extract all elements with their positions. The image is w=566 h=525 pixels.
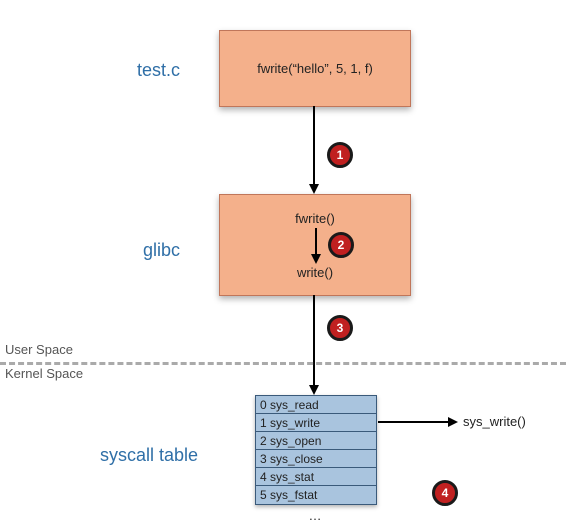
table-row: 3 sys_close bbox=[256, 450, 376, 468]
box-glibc: fwrite() write() 2 bbox=[219, 194, 411, 296]
arrow-3-head bbox=[309, 385, 319, 395]
table-row: 5 sys_fstat bbox=[256, 486, 376, 504]
glibc-line2: write() bbox=[220, 265, 410, 280]
label-testc: test.c bbox=[120, 60, 180, 81]
syscall-table: 0 sys_read 1 sys_write 2 sys_open 3 sys_… bbox=[255, 395, 377, 505]
arrow-syswrite-line bbox=[378, 421, 448, 423]
table-row: 0 sys_read bbox=[256, 396, 376, 414]
arrow-1-head bbox=[309, 184, 319, 194]
syscall-target: sys_write() bbox=[463, 414, 526, 429]
label-glibc: glibc bbox=[134, 240, 180, 261]
table-row: 2 sys_open bbox=[256, 432, 376, 450]
badge-2: 2 bbox=[328, 232, 354, 258]
space-divider bbox=[0, 362, 566, 365]
table-ellipsis: … bbox=[305, 508, 325, 523]
table-row: 1 sys_write bbox=[256, 414, 376, 432]
diagram-canvas: test.c glibc syscall table fwrite(“hello… bbox=[0, 0, 566, 525]
badge-1: 1 bbox=[327, 142, 353, 168]
badge-4: 4 bbox=[432, 480, 458, 506]
arrow-2-head bbox=[311, 254, 321, 264]
arrow-1-line bbox=[313, 106, 315, 184]
glibc-line1: fwrite() bbox=[220, 211, 410, 226]
badge-3: 3 bbox=[327, 315, 353, 341]
table-row: 4 sys_stat bbox=[256, 468, 376, 486]
arrow-2-line bbox=[315, 228, 317, 256]
arrow-syswrite-head bbox=[448, 417, 458, 427]
label-user-space: User Space bbox=[5, 342, 73, 357]
arrow-3-line bbox=[313, 295, 315, 385]
box-testc: fwrite(“hello”, 5, 1, f) bbox=[219, 30, 411, 107]
label-kernel-space: Kernel Space bbox=[5, 366, 83, 381]
box-testc-text: fwrite(“hello”, 5, 1, f) bbox=[257, 61, 373, 76]
label-syscall-table: syscall table bbox=[88, 445, 198, 466]
